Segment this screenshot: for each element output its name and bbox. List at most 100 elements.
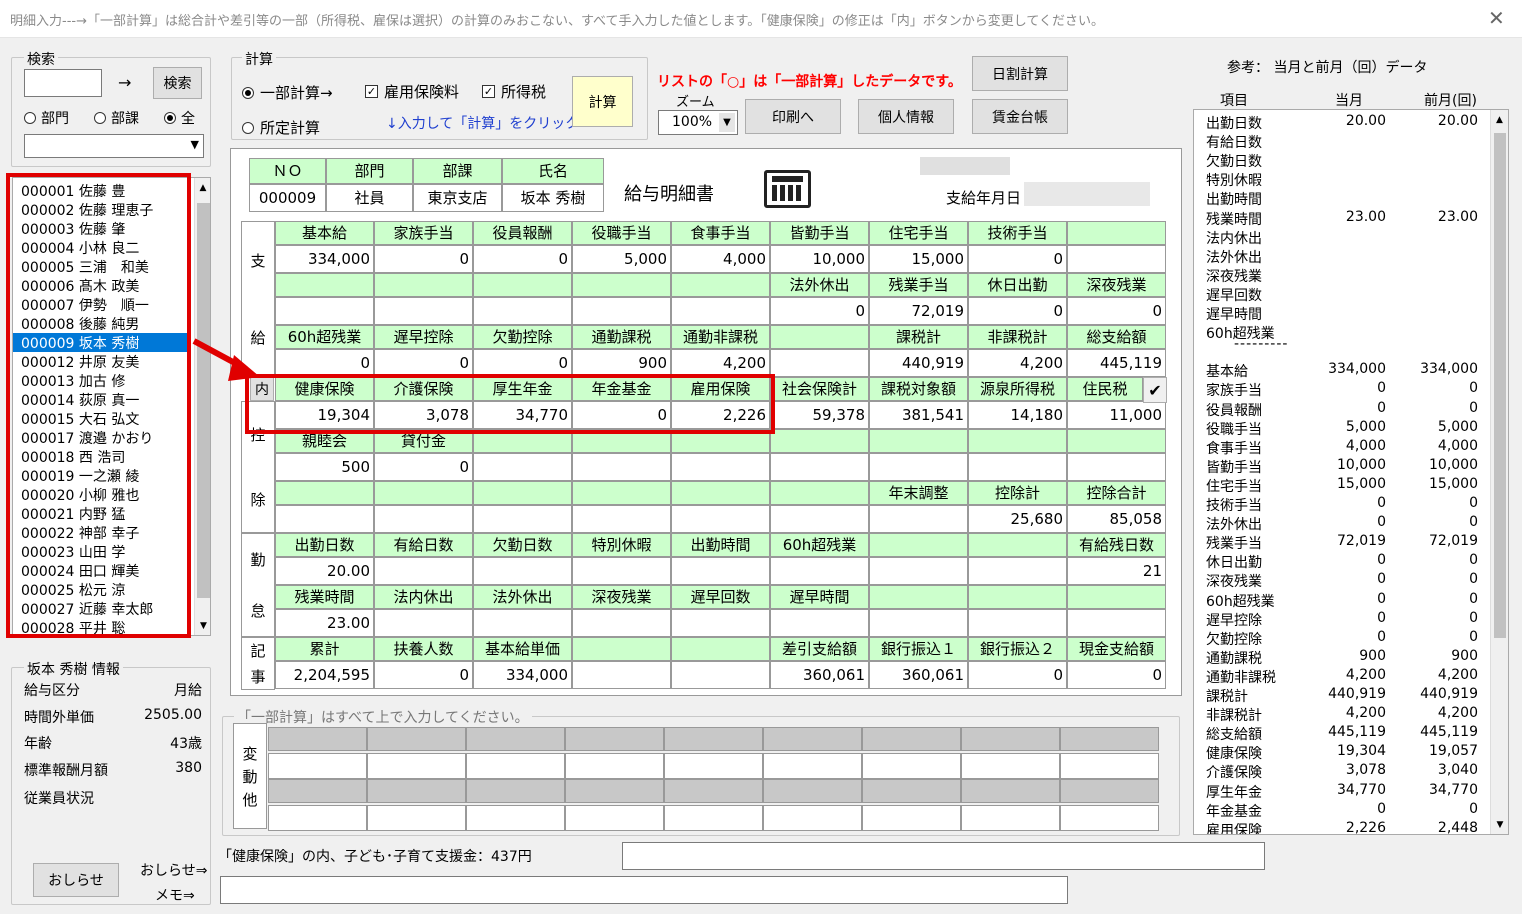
slip-value[interactable] (968, 609, 1067, 637)
partial-cell[interactable] (862, 805, 961, 831)
slip-value[interactable]: 0 (968, 661, 1067, 689)
memo-input[interactable] (220, 876, 1068, 904)
slip-value[interactable]: 0 (770, 297, 869, 325)
slip-value[interactable]: 15,000 (869, 245, 968, 273)
partial-cell[interactable] (862, 727, 961, 751)
list-scrollbar[interactable]: ▲ ▼ (194, 178, 210, 635)
radio-bumon[interactable]: 部門 (24, 108, 69, 128)
slip-value[interactable]: 4,200 (968, 349, 1067, 377)
slip-value[interactable] (374, 609, 473, 637)
partial-cell[interactable] (367, 727, 466, 751)
slip-value[interactable] (572, 453, 671, 481)
partial-cell[interactable] (565, 753, 664, 779)
slip-value[interactable]: 85,058 (1067, 505, 1166, 533)
partial-cell[interactable] (565, 779, 664, 803)
footer-input-right[interactable] (622, 842, 1265, 870)
partial-cell[interactable] (367, 779, 466, 803)
scroll-thumb[interactable] (197, 203, 210, 598)
slip-value[interactable] (275, 297, 374, 325)
slip-value[interactable]: 0 (473, 349, 572, 377)
slip-value[interactable]: 25,680 (968, 505, 1067, 533)
partial-cell[interactable] (268, 753, 367, 779)
partial-cell[interactable] (1060, 753, 1159, 779)
radio-partial-calc[interactable]: 一部計算→ (242, 82, 333, 103)
partial-cell[interactable] (1060, 805, 1159, 831)
slip-value[interactable] (770, 349, 869, 377)
slip-value[interactable]: 21 (1067, 557, 1166, 585)
calc-button[interactable]: 計算 (572, 76, 633, 127)
close-icon[interactable]: ✕ (1488, 6, 1505, 30)
slip-value[interactable] (473, 297, 572, 325)
slip-value[interactable] (374, 505, 473, 533)
partial-cell[interactable] (763, 779, 862, 803)
daily-calc-button[interactable]: 日割計算 (972, 56, 1068, 91)
slip-value[interactable]: 334,000 (473, 661, 572, 689)
department-select[interactable]: ▼ (24, 134, 204, 158)
slip-value[interactable]: 900 (572, 349, 671, 377)
slip-value[interactable]: 0 (374, 661, 473, 689)
slip-value[interactable] (473, 557, 572, 585)
scroll-up-icon[interactable]: ▲ (195, 183, 210, 193)
partial-cell[interactable] (664, 727, 763, 751)
slip-value[interactable] (572, 505, 671, 533)
search-button[interactable]: 検索 (153, 67, 202, 99)
slip-value[interactable] (1067, 453, 1166, 481)
print-button[interactable]: 印刷へ (745, 99, 841, 134)
partial-cell[interactable] (268, 805, 367, 831)
slip-value[interactable]: 334,000 (275, 245, 374, 273)
partial-cell[interactable] (1060, 727, 1159, 751)
radio-fixed-calc[interactable]: 所定計算 (242, 117, 320, 138)
partial-cell[interactable] (466, 805, 565, 831)
partial-cell[interactable] (466, 753, 565, 779)
shotokuzei-checkbox[interactable]: ✓ 所得税 (482, 81, 546, 102)
partial-cell[interactable] (367, 753, 466, 779)
slip-value[interactable] (770, 609, 869, 637)
slip-value[interactable] (869, 609, 968, 637)
slip-header-value[interactable]: 社員 (326, 184, 413, 212)
partial-cell[interactable] (565, 727, 664, 751)
juminzei-check-button[interactable]: ✔ (1143, 377, 1167, 403)
personal-info-button[interactable]: 個人情報 (858, 99, 954, 134)
slip-value[interactable]: 0 (1067, 297, 1166, 325)
slip-value[interactable]: 381,541 (869, 401, 968, 429)
slip-value[interactable] (671, 505, 770, 533)
partial-cell[interactable] (367, 805, 466, 831)
slip-header-value[interactable]: 東京支店 (413, 184, 502, 212)
slip-value[interactable]: 440,919 (869, 349, 968, 377)
slip-value[interactable] (968, 557, 1067, 585)
slip-value[interactable]: 0 (374, 453, 473, 481)
slip-value[interactable] (671, 557, 770, 585)
slip-value[interactable]: 4,000 (671, 245, 770, 273)
slip-header-value[interactable]: 坂本 秀樹 (502, 184, 604, 212)
slip-value[interactable] (374, 557, 473, 585)
partial-cell[interactable] (862, 753, 961, 779)
slip-header-value[interactable]: 000009 (249, 184, 326, 212)
partial-cell[interactable] (862, 779, 961, 803)
slip-value[interactable] (869, 453, 968, 481)
search-input[interactable] (24, 69, 102, 97)
slip-value[interactable]: 360,061 (869, 661, 968, 689)
slip-value[interactable] (671, 453, 770, 481)
slip-value[interactable]: 20.00 (275, 557, 374, 585)
slip-value[interactable]: 10,000 (770, 245, 869, 273)
partial-cell[interactable] (466, 727, 565, 751)
zoom-select[interactable]: 100% ▼ (658, 110, 738, 135)
slip-value[interactable]: 4,200 (671, 349, 770, 377)
slip-value[interactable]: 2,204,595 (275, 661, 374, 689)
radio-buka[interactable]: 部課 (94, 108, 139, 128)
slip-value[interactable]: 5,000 (572, 245, 671, 273)
slip-value[interactable]: 0 (968, 297, 1067, 325)
slip-value[interactable] (572, 297, 671, 325)
slip-value[interactable]: 0 (1067, 661, 1166, 689)
oshirase-link[interactable]: おしらせ⇒ (140, 860, 207, 880)
scroll-up-icon[interactable]: ▲ (1491, 115, 1508, 125)
memo-link[interactable]: メモ⇒ (155, 885, 195, 905)
slip-value[interactable] (968, 453, 1067, 481)
calculator-icon[interactable] (764, 170, 811, 208)
slip-value[interactable]: 0 (473, 245, 572, 273)
partial-cell[interactable] (961, 727, 1060, 751)
slip-value[interactable] (1067, 245, 1166, 273)
slip-value[interactable] (671, 661, 770, 689)
slip-value[interactable]: 0 (374, 349, 473, 377)
slip-value[interactable] (869, 557, 968, 585)
